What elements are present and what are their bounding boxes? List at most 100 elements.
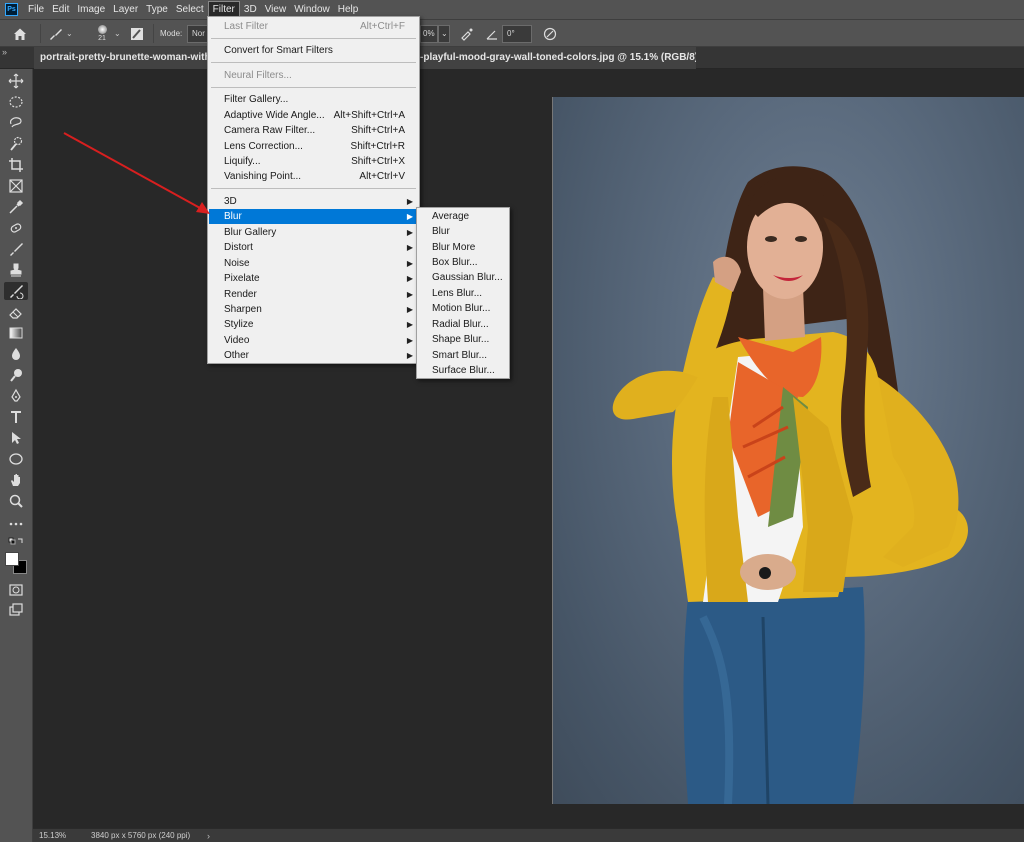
filter-menu: Last Filter Alt+Ctrl+F Convert for Smart … <box>207 16 420 364</box>
home-icon[interactable] <box>12 20 34 47</box>
menu-item-noise[interactable]: Noise ▶ <box>209 256 418 271</box>
submenu-arrow-icon: ▶ <box>406 320 413 329</box>
menu-item-camera-raw-filter[interactable]: Camera Raw Filter... Shift+Ctrl+A <box>209 123 418 138</box>
menu-edit[interactable]: Edit <box>48 0 73 19</box>
document-tab-active[interactable]: -playful-mood-gray-wall-toned-colors.jpg… <box>420 47 696 69</box>
photoshop-logo-icon[interactable]: Ps <box>5 3 18 16</box>
document-tab-bar: » portrait-pretty-brunette-woman-with-lo… <box>0 47 1024 69</box>
menu-item-sharpen[interactable]: Sharpen ▶ <box>209 302 418 317</box>
zoom-level[interactable]: 15.13% <box>33 831 77 840</box>
menu-image[interactable]: Image <box>73 0 109 19</box>
submenu-arrow-icon: ▶ <box>406 305 413 314</box>
status-bar: 15.13% 3840 px x 5760 px (240 ppi) › <box>33 828 1024 842</box>
brush-tool-icon[interactable] <box>4 240 28 258</box>
submenu-arrow-icon: ▶ <box>406 351 413 360</box>
path-selection-tool-icon[interactable] <box>4 429 28 447</box>
more-tools-icon[interactable] <box>4 515 28 533</box>
angle-field[interactable]: 0° <box>502 24 532 43</box>
color-swatches[interactable] <box>4 551 28 575</box>
clone-stamp-tool-icon[interactable] <box>4 261 28 279</box>
chevron-down-icon[interactable]: ⌄ <box>438 24 450 43</box>
healing-brush-tool-icon[interactable] <box>4 219 28 237</box>
ellipse-tool-icon[interactable] <box>4 450 28 468</box>
brush-size-value: 21 <box>98 35 106 42</box>
submenu-item-gaussian-blur[interactable]: Gaussian Blur... <box>418 270 508 285</box>
options-bar: ⌄ 21 ⌄ Mode: Nor 0% ⌄ 0° <box>0 19 1024 47</box>
menu-item-lens-correction[interactable]: Lens Correction... Shift+Ctrl+R <box>209 139 418 154</box>
submenu-arrow-icon: ▶ <box>406 228 413 237</box>
menu-item-neural-filters[interactable]: Neural Filters... <box>209 68 418 83</box>
menu-item-other[interactable]: Other ▶ <box>209 348 418 363</box>
submenu-arrow-icon: ▶ <box>406 197 413 206</box>
move-tool-icon[interactable] <box>4 72 28 90</box>
eraser-tool-icon[interactable] <box>4 303 28 321</box>
menu-item-blur-gallery[interactable]: Blur Gallery ▶ <box>209 225 418 240</box>
pressure-size-icon[interactable] <box>543 20 559 47</box>
menu-file[interactable]: File <box>24 0 48 19</box>
submenu-item-shape-blur[interactable]: Shape Blur... <box>418 332 508 347</box>
menu-item-video[interactable]: Video ▶ <box>209 333 418 348</box>
submenu-arrow-icon: ▶ <box>406 243 413 252</box>
menu-item-render[interactable]: Render ▶ <box>209 287 418 302</box>
submenu-item-motion-blur[interactable]: Motion Blur... <box>418 301 508 316</box>
menu-item-adaptive-wide-angle[interactable]: Adaptive Wide Angle... Alt+Shift+Ctrl+A <box>209 108 418 123</box>
menu-select[interactable]: Select <box>172 0 208 19</box>
submenu-item-smart-blur[interactable]: Smart Blur... <box>418 348 508 363</box>
menu-item-last-filter[interactable]: Last Filter Alt+Ctrl+F <box>209 19 418 34</box>
eyedropper-tool-icon[interactable] <box>4 198 28 216</box>
submenu-arrow-icon: ▶ <box>406 259 413 268</box>
crop-tool-icon[interactable] <box>4 156 28 174</box>
submenu-item-lens-blur[interactable]: Lens Blur... <box>418 286 508 301</box>
zoom-tool-icon[interactable] <box>4 492 28 510</box>
frame-tool-icon[interactable] <box>4 177 28 195</box>
submenu-item-box-blur[interactable]: Box Blur... <box>418 255 508 270</box>
chevron-down-icon[interactable]: ⌄ <box>114 20 124 47</box>
pen-tool-icon[interactable] <box>4 387 28 405</box>
chevron-right-icon[interactable]: › <box>207 831 210 841</box>
gradient-tool-icon[interactable] <box>4 324 28 342</box>
document-tab-label: -playful-mood-gray-wall-toned-colors.jpg… <box>420 52 696 63</box>
opacity-field[interactable]: 0% <box>420 24 438 43</box>
document-tab[interactable]: portrait-pretty-brunette-woman-with-lo <box>34 47 208 69</box>
portrait-illustration <box>612 166 968 804</box>
quick-selection-tool-icon[interactable] <box>4 135 28 153</box>
menu-item-blur[interactable]: Blur ▶ <box>209 209 418 224</box>
submenu-item-radial-blur[interactable]: Radial Blur... <box>418 317 508 332</box>
submenu-item-surface-blur[interactable]: Surface Blur... <box>418 363 508 378</box>
collapse-panels-icon[interactable]: » <box>2 47 16 59</box>
menu-item-pixelate[interactable]: Pixelate ▶ <box>209 271 418 286</box>
hand-tool-icon[interactable] <box>4 471 28 489</box>
document-image[interactable] <box>552 97 1024 804</box>
menu-item-distort[interactable]: Distort ▶ <box>209 240 418 255</box>
angle-icon <box>486 20 500 47</box>
menu-item-liquify[interactable]: Liquify... Shift+Ctrl+X <box>209 154 418 169</box>
brush-settings-icon[interactable] <box>130 20 146 47</box>
brush-preset-icon <box>50 28 62 40</box>
menu-layer[interactable]: Layer <box>109 0 142 19</box>
foreground-color-swatch[interactable] <box>5 552 19 566</box>
menu-bar: Ps File Edit Image Layer Type Select Fil… <box>0 0 1024 19</box>
history-brush-tool-icon[interactable] <box>4 282 28 300</box>
submenu-item-average[interactable]: Average <box>418 209 508 224</box>
blur-submenu: Average Blur Blur More Box Blur... Gauss… <box>416 207 510 379</box>
screen-mode-icon[interactable] <box>4 601 28 619</box>
submenu-item-blur-more[interactable]: Blur More <box>418 240 508 255</box>
menu-item-3d[interactable]: 3D ▶ <box>209 194 418 209</box>
menu-item-filter-gallery[interactable]: Filter Gallery... <box>209 92 418 107</box>
quick-mask-icon[interactable] <box>4 581 28 599</box>
airbrush-icon[interactable] <box>460 20 476 47</box>
blur-tool-icon[interactable] <box>4 345 28 363</box>
menu-item-vanishing-point[interactable]: Vanishing Point... Alt+Ctrl+V <box>209 169 418 184</box>
marquee-tool-icon[interactable] <box>4 93 28 111</box>
mode-select[interactable]: Nor <box>187 24 209 43</box>
tool-preset-picker[interactable]: ⌄ <box>48 20 76 47</box>
menu-item-convert-smart-filters[interactable]: Convert for Smart Filters <box>209 43 418 58</box>
lasso-tool-icon[interactable] <box>4 114 28 132</box>
menu-item-stylize[interactable]: Stylize ▶ <box>209 317 418 332</box>
mode-label: Mode: <box>160 29 183 38</box>
submenu-item-blur[interactable]: Blur <box>418 224 508 239</box>
brush-size-picker[interactable]: 21 <box>90 20 114 47</box>
dodge-tool-icon[interactable] <box>4 366 28 384</box>
menu-type[interactable]: Type <box>142 0 172 19</box>
type-tool-icon[interactable] <box>4 408 28 426</box>
